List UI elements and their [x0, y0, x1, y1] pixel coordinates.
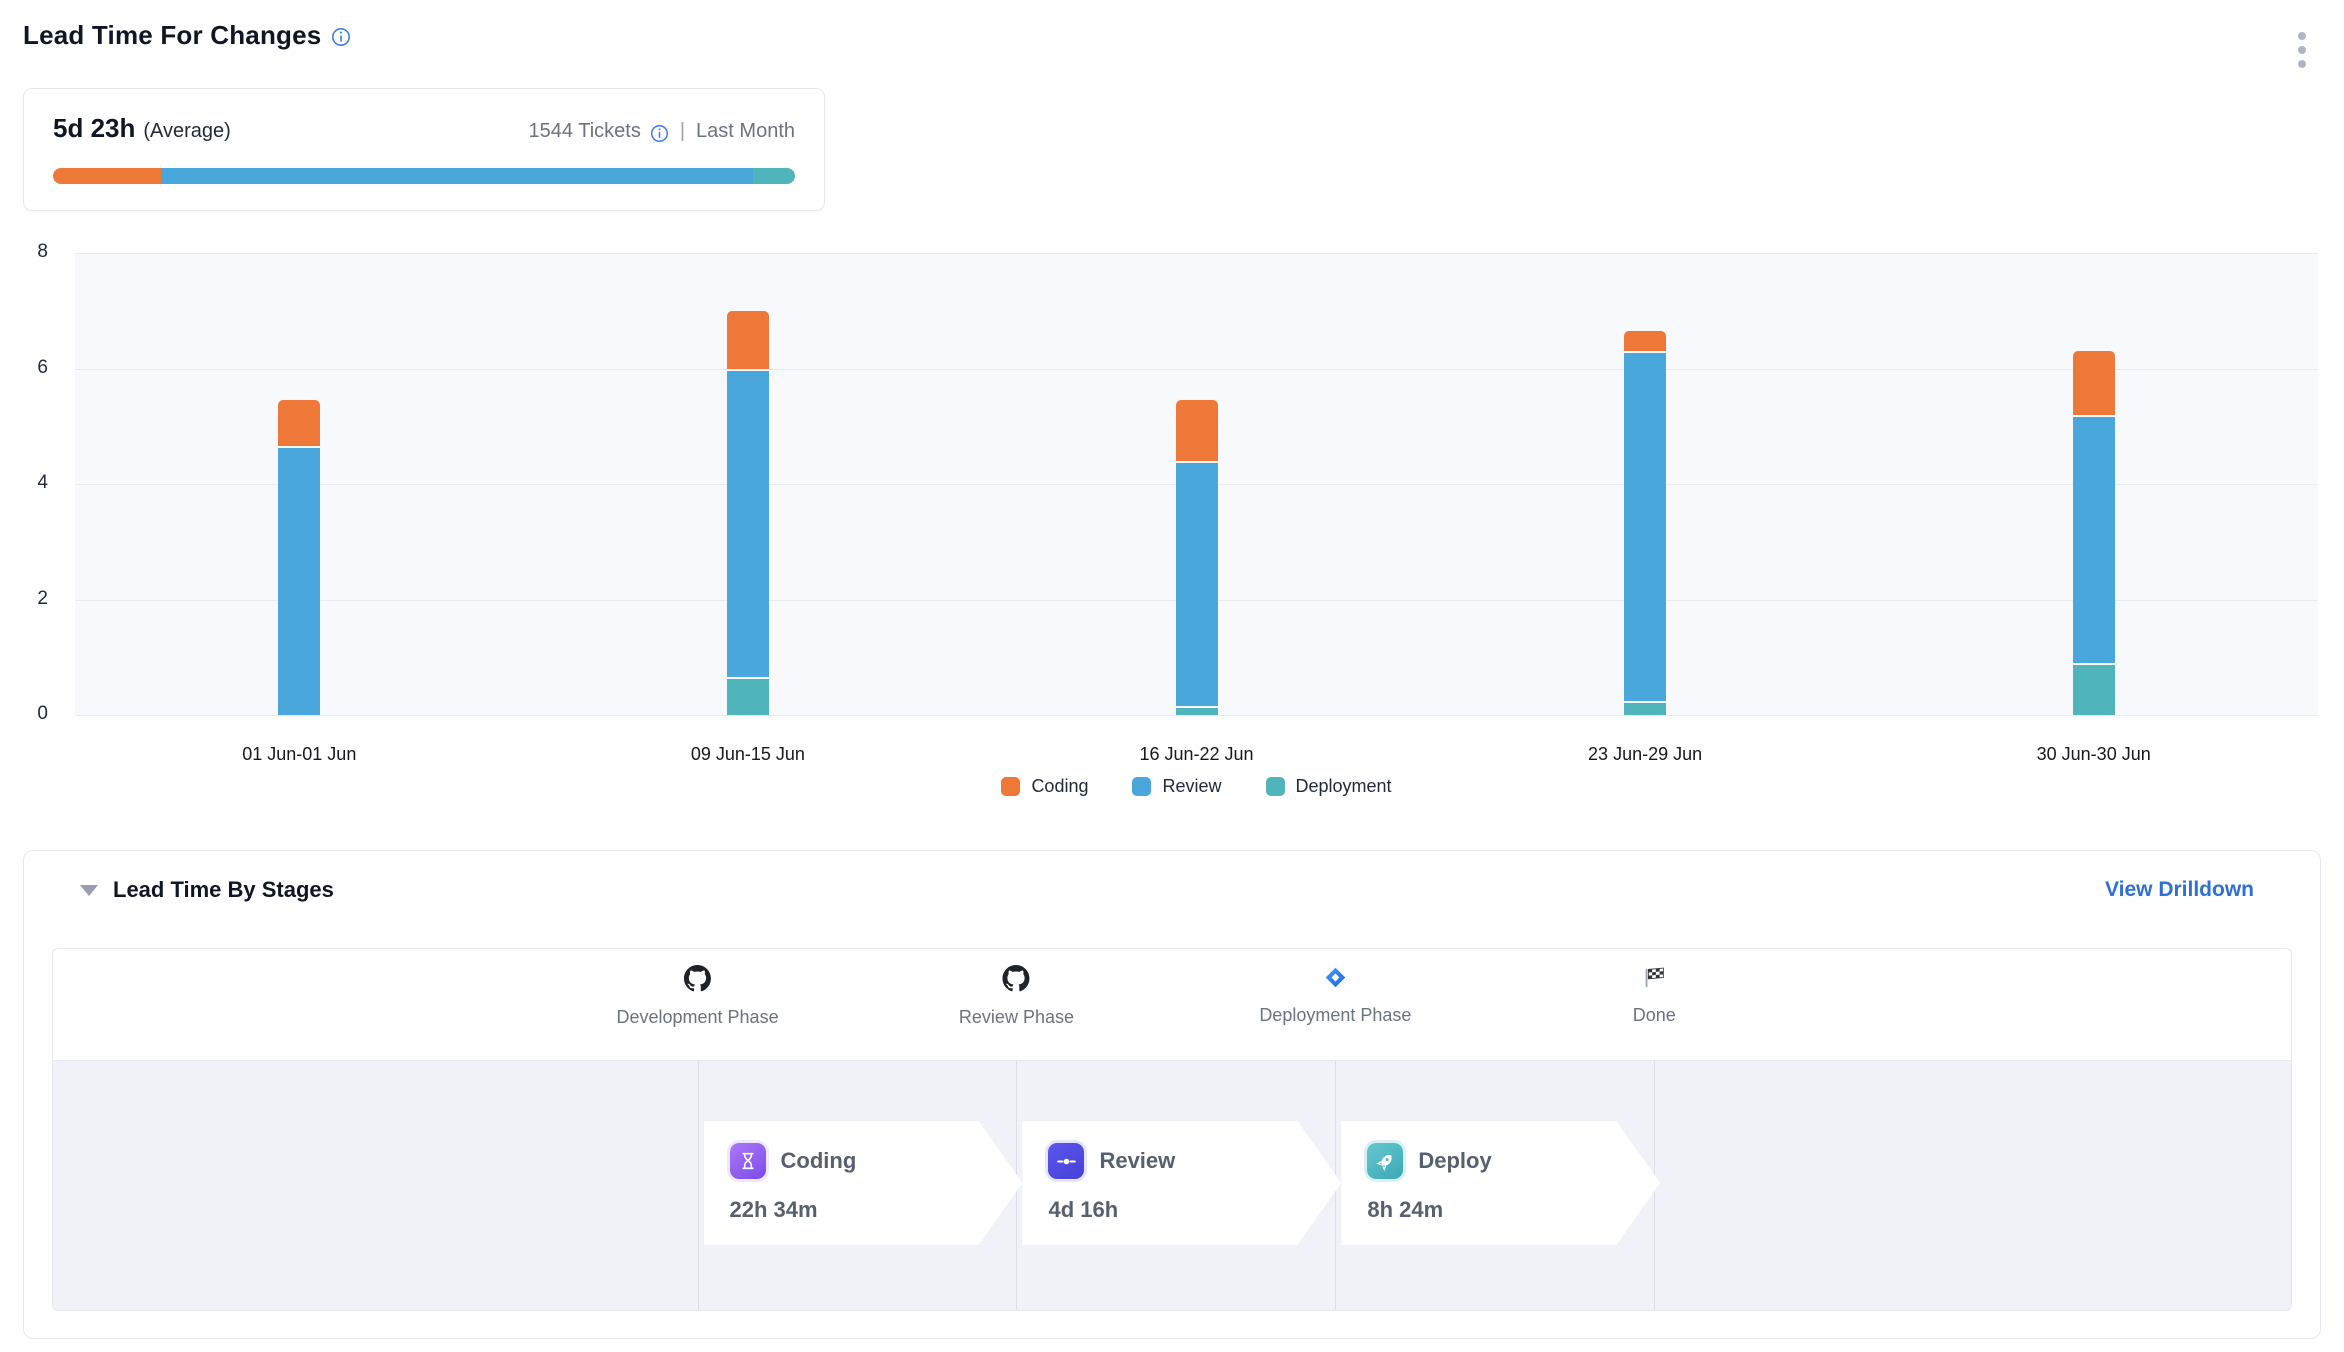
- bar-30-Jun-30-Jun[interactable]: [2073, 351, 2115, 715]
- tickets-info-icon[interactable]: [650, 124, 669, 143]
- legend-label: Deployment: [1296, 776, 1392, 797]
- bar-segment-review[interactable]: [1624, 353, 1666, 700]
- distribution-segment-review: [161, 168, 752, 184]
- y-axis-tick-label: 6: [16, 357, 48, 379]
- hourglass-icon: [730, 1143, 766, 1179]
- milestone-label: Development Phase: [616, 1007, 778, 1028]
- summary-card: 5d 23h (Average) 1544 Tickets | Last Mont…: [23, 88, 825, 211]
- widget-header: Lead Time For Changes: [23, 20, 2314, 74]
- legend-swatch-icon: [1132, 777, 1151, 796]
- kebab-menu-icon[interactable]: [2290, 26, 2314, 74]
- bar-segment-coding[interactable]: [727, 311, 769, 369]
- x-axis-tick-label: 23 Jun-29 Jun: [1588, 744, 1702, 765]
- stage-card-coding[interactable]: Coding 22h 34m: [704, 1121, 1023, 1245]
- gridline-y8: [75, 253, 2318, 254]
- bar-segment-review[interactable]: [727, 371, 769, 678]
- stage-card-header: Review: [1048, 1143, 1315, 1179]
- stage-duration: 4d 16h: [1048, 1197, 1315, 1223]
- milestone-development-phase: Development Phase: [616, 965, 778, 1028]
- legend-swatch-icon: [1001, 777, 1020, 796]
- stage-title: Review: [1099, 1148, 1175, 1174]
- stage-title: Coding: [781, 1148, 857, 1174]
- git-commit-icon: [1048, 1143, 1084, 1179]
- legend-label: Review: [1162, 776, 1221, 797]
- bar-09-Jun-15-Jun[interactable]: [727, 311, 769, 715]
- bar-segment-review[interactable]: [278, 448, 320, 715]
- bar-segment-deployment[interactable]: [1624, 703, 1666, 715]
- milestone-deployment-phase: Deployment Phase: [1259, 965, 1411, 1026]
- github-icon: [684, 965, 711, 997]
- lead-time-widget: Lead Time For Changes 5d 23h (Average) 15…: [0, 0, 2344, 1352]
- bar-segment-deployment[interactable]: [1176, 708, 1218, 715]
- stage-card-header: Coding: [730, 1143, 997, 1179]
- x-axis-tick-label: 30 Jun-30 Jun: [2037, 744, 2151, 765]
- milestone-review-phase: Review Phase: [959, 965, 1074, 1028]
- legend-item-deployment[interactable]: Deployment: [1266, 776, 1392, 797]
- x-axis-tick-label: 01 Jun-01 Jun: [242, 744, 356, 765]
- milestone-label: Deployment Phase: [1259, 1005, 1411, 1026]
- y-axis-tick-label: 8: [16, 241, 48, 263]
- distribution-segment-deployment: [753, 168, 795, 184]
- bar-segment-coding[interactable]: [1624, 331, 1666, 351]
- bar-16-Jun-22-Jun[interactable]: [1176, 400, 1218, 715]
- milestone-label: Review Phase: [959, 1007, 1074, 1028]
- bar-segment-review[interactable]: [1176, 463, 1218, 706]
- bar-segment-review[interactable]: [2073, 417, 2115, 663]
- legend-item-review[interactable]: Review: [1132, 776, 1221, 797]
- x-axis-tick-label: 16 Jun-22 Jun: [1139, 744, 1253, 765]
- bar-01-Jun-01-Jun[interactable]: [278, 400, 320, 715]
- y-axis-tick-label: 2: [16, 588, 48, 610]
- bar-segment-deployment[interactable]: [727, 679, 769, 715]
- bar-segment-coding[interactable]: [2073, 351, 2115, 415]
- x-axis-tick-label: 09 Jun-15 Jun: [691, 744, 805, 765]
- milestone-done: Done: [1633, 965, 1676, 1026]
- separator: |: [680, 120, 685, 143]
- stage-divider: [698, 1061, 699, 1310]
- title-info-icon[interactable]: [331, 27, 351, 47]
- stages-section: Lead Time By Stages View Drilldown Devel…: [23, 850, 2321, 1339]
- y-axis-tick-label: 4: [16, 472, 48, 494]
- stages-body: Coding 22h 34m Review 4d 16h Deploy 8h 24m: [53, 1061, 2291, 1310]
- stages-table: Development Phase Review Phase Deployment …: [52, 948, 2292, 1311]
- gridline-y6: [75, 369, 2318, 370]
- github-icon: [1003, 965, 1030, 997]
- average-value: 5d 23h: [53, 113, 135, 143]
- collapse-arrow-icon[interactable]: [80, 885, 98, 896]
- chart-plot: [75, 253, 2318, 715]
- tickets-count: 1544 Tickets: [529, 120, 641, 143]
- stages-collapse-toggle[interactable]: Lead Time By Stages: [80, 877, 334, 903]
- view-drilldown-link[interactable]: View Drilldown: [2105, 878, 2254, 902]
- bar-23-Jun-29-Jun[interactable]: [1624, 331, 1666, 715]
- bar-segment-coding[interactable]: [1176, 400, 1218, 461]
- stage-title: Deploy: [1418, 1148, 1491, 1174]
- stage-card-review[interactable]: Review 4d 16h: [1022, 1121, 1341, 1245]
- stage-card-deploy[interactable]: Deploy 8h 24m: [1341, 1121, 1660, 1245]
- stage-duration: 8h 24m: [1367, 1197, 1634, 1223]
- page-title: Lead Time For Changes: [23, 20, 321, 51]
- stages-title: Lead Time By Stages: [113, 877, 334, 903]
- chart-legend: Coding Review Deployment: [75, 776, 2318, 797]
- bar-segment-coding[interactable]: [278, 400, 320, 446]
- stages-header-row: Development Phase Review Phase Deployment …: [53, 949, 2291, 1061]
- jira-icon: [1323, 965, 1348, 995]
- legend-item-coding[interactable]: Coding: [1001, 776, 1088, 797]
- legend-swatch-icon: [1266, 777, 1285, 796]
- distribution-bar: [53, 168, 795, 184]
- gridline-y0: [75, 715, 2318, 716]
- legend-label: Coding: [1031, 776, 1088, 797]
- milestone-label: Done: [1633, 1005, 1676, 1026]
- stages-header: Lead Time By Stages View Drilldown: [80, 877, 2254, 903]
- stage-duration: 22h 34m: [730, 1197, 997, 1223]
- bar-segment-deployment[interactable]: [2073, 665, 2115, 715]
- distribution-segment-coding: [53, 168, 161, 184]
- average-lead-time: 5d 23h (Average): [53, 113, 231, 144]
- finish-flag-icon: [1642, 965, 1667, 995]
- y-axis-tick-label: 0: [16, 703, 48, 725]
- rocket-icon: [1367, 1143, 1403, 1179]
- stage-card-header: Deploy: [1367, 1143, 1634, 1179]
- period-label: Last Month: [696, 120, 795, 143]
- average-label: (Average): [143, 120, 230, 142]
